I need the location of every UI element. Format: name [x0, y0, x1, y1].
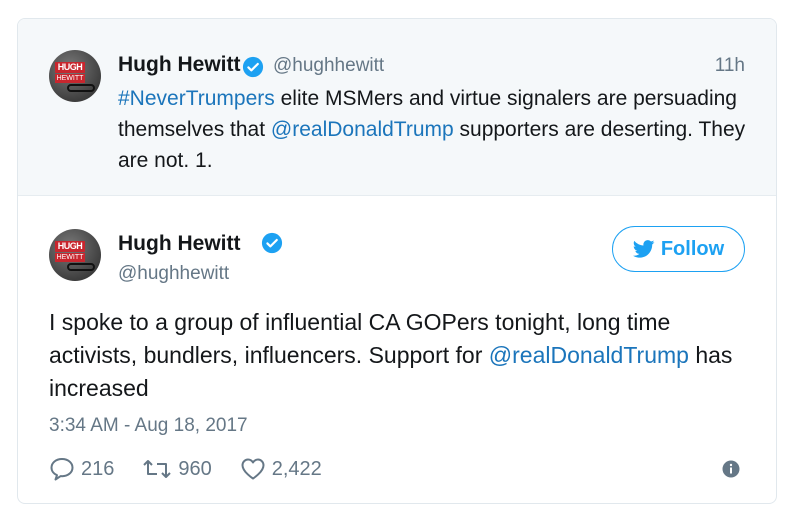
mention-link[interactable]: @realDonaldTrump — [271, 118, 454, 141]
tweet-time[interactable]: 11h — [715, 55, 745, 77]
avatar-logo-line2: HEWITT — [55, 253, 85, 262]
reply-icon — [50, 458, 74, 481]
like-icon — [241, 458, 265, 480]
avatar[interactable]: HUGH HEWITT — [49, 229, 101, 281]
retweet-icon — [143, 460, 172, 478]
twitter-bird-icon — [632, 240, 655, 258]
author-name[interactable]: Hugh Hewitt — [118, 53, 240, 77]
glasses-icon — [67, 263, 95, 271]
follow-button[interactable]: Follow — [612, 226, 745, 272]
avatar-logo-line1: HUGH — [55, 241, 85, 252]
author-handle[interactable]: @hughhewitt — [118, 263, 229, 285]
tweet-card: HUGH HEWITT Hugh Hewitt @hughhewitt 11h … — [17, 18, 777, 504]
avatar-logo-line1: HUGH — [55, 62, 85, 73]
verified-icon — [242, 56, 264, 78]
tweet-text: #NeverTrumpers elite MSMers and virtue s… — [118, 83, 758, 176]
tweet-text: I spoke to a group of influential CA GOP… — [49, 306, 749, 405]
retweet-button[interactable]: 960 — [142, 457, 212, 481]
verified-icon — [261, 232, 283, 254]
glasses-icon — [67, 84, 95, 92]
hashtag-link[interactable]: #NeverTrumpers — [118, 87, 275, 110]
tweet-timestamp[interactable]: 3:34 AM - Aug 18, 2017 — [49, 415, 248, 437]
tweet-actions: 216 960 2,422 — [49, 456, 350, 482]
parent-tweet[interactable]: HUGH HEWITT Hugh Hewitt @hughhewitt 11h … — [18, 19, 776, 196]
author-name[interactable]: Hugh Hewitt — [118, 232, 240, 256]
like-count: 2,422 — [271, 457, 322, 480]
reply-button[interactable]: 216 — [49, 457, 114, 481]
like-button[interactable]: 2,422 — [240, 457, 322, 481]
author-handle[interactable]: @hughhewitt — [273, 55, 384, 77]
info-icon[interactable] — [722, 460, 740, 478]
retweet-count: 960 — [178, 457, 212, 480]
avatar-logo-line2: HEWITT — [55, 74, 85, 83]
reply-count: 216 — [81, 457, 115, 480]
follow-label: Follow — [660, 237, 725, 260]
avatar[interactable]: HUGH HEWITT — [49, 50, 101, 102]
mention-link[interactable]: @realDonaldTrump — [489, 342, 689, 368]
